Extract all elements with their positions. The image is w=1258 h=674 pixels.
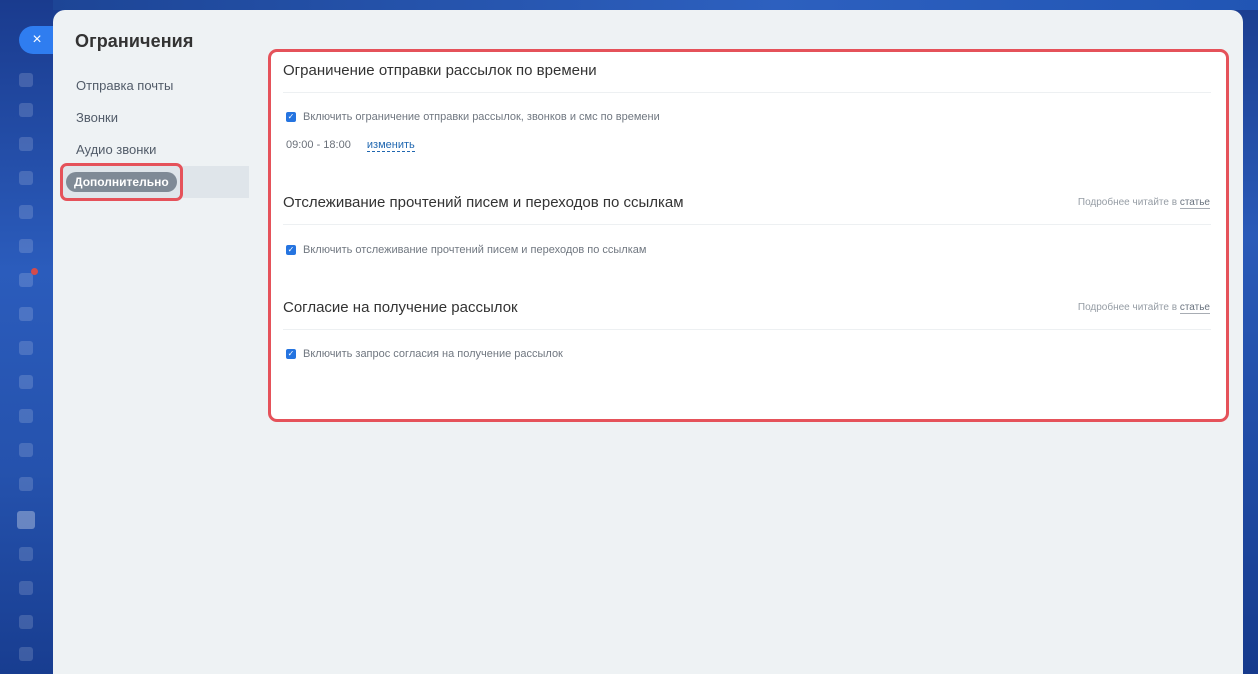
read-more-tracking: Подробнее читайте в статье: [1077, 197, 1210, 209]
edit-time-link[interactable]: изменить: [366, 139, 415, 152]
settings-content: Ограничение отправки рассылок по времени…: [271, 52, 1226, 419]
bg-nav-icon: [19, 137, 33, 151]
section-title-time-limit: Ограничение отправки рассылок по времени: [283, 62, 597, 79]
bg-nav-icon: [19, 73, 33, 87]
bg-nav-icon: [19, 341, 33, 355]
divider: [283, 92, 1211, 93]
bg-nav-icon: [19, 171, 33, 185]
bg-nav-icon: [19, 581, 33, 595]
read-more-prefix: Подробнее читайте в: [1077, 302, 1178, 313]
bg-nav-icon: [19, 273, 33, 287]
section-title-tracking: Отслеживание прочтений писем и переходов…: [283, 194, 684, 211]
nav-item-label: Звонки: [76, 110, 118, 125]
checkbox-row-time-limit: ✓ Включить ограничение отправки рассылок…: [286, 111, 660, 123]
bg-nav-icon: [19, 477, 33, 491]
read-more-consent: Подробнее читайте в статье: [1077, 302, 1210, 314]
nav-item-label: Аудио звонки: [76, 142, 157, 157]
nav-item-audio-calls[interactable]: Аудио звонки: [63, 134, 249, 166]
divider: [283, 329, 1211, 330]
bg-nav-icon: [19, 615, 33, 629]
checkbox-consent[interactable]: ✓: [286, 349, 296, 359]
checkbox-time-limit[interactable]: ✓: [286, 112, 296, 122]
time-range: 09:00 - 18:00: [286, 139, 351, 151]
notification-dot: [31, 268, 38, 275]
nav-item-label: Отправка почты: [76, 78, 174, 93]
bg-nav-icon: [19, 647, 33, 661]
checkbox-label: Включить ограничение отправки рассылок, …: [303, 111, 660, 123]
nav-item-calls[interactable]: Звонки: [63, 102, 249, 134]
checkbox-label: Включить отслеживание прочтений писем и …: [303, 244, 647, 256]
divider: [283, 224, 1211, 225]
checkbox-tracking[interactable]: ✓: [286, 245, 296, 255]
background-sidebar: [0, 0, 53, 674]
bg-nav-icon: [19, 409, 33, 423]
checkbox-label: Включить запрос согласия на получение ра…: [303, 348, 563, 360]
section-title-consent: Согласие на получение рассылок: [283, 299, 518, 316]
close-icon: ×: [32, 31, 42, 48]
checkbox-row-tracking: ✓ Включить отслеживание прочтений писем …: [286, 244, 646, 256]
bg-nav-icon-active: [17, 511, 35, 529]
article-link[interactable]: статье: [1179, 197, 1210, 209]
bg-nav-icon: [19, 375, 33, 389]
close-button[interactable]: ×: [19, 26, 53, 54]
nav-item-label: Дополнительно: [66, 171, 177, 192]
nav-item-mail-sending[interactable]: Отправка почты: [63, 70, 249, 102]
bg-nav-icon: [19, 547, 33, 561]
bg-nav-icon: [19, 103, 33, 117]
time-range-row: 09:00 - 18:00 изменить: [286, 139, 415, 152]
page-title: Ограничения: [75, 31, 194, 51]
bg-nav-icon: [19, 205, 33, 219]
settings-nav: Отправка почты Звонки Аудио звонки Допол…: [63, 70, 249, 198]
nav-item-additional[interactable]: Дополнительно: [63, 166, 249, 198]
background-topbar: [53, 0, 1258, 10]
article-link[interactable]: статье: [1179, 302, 1210, 314]
read-more-prefix: Подробнее читайте в: [1077, 197, 1178, 208]
checkbox-row-consent: ✓ Включить запрос согласия на получение …: [286, 348, 563, 360]
bg-nav-icon: [19, 307, 33, 321]
bg-nav-icon: [19, 443, 33, 457]
bg-nav-icon: [19, 239, 33, 253]
